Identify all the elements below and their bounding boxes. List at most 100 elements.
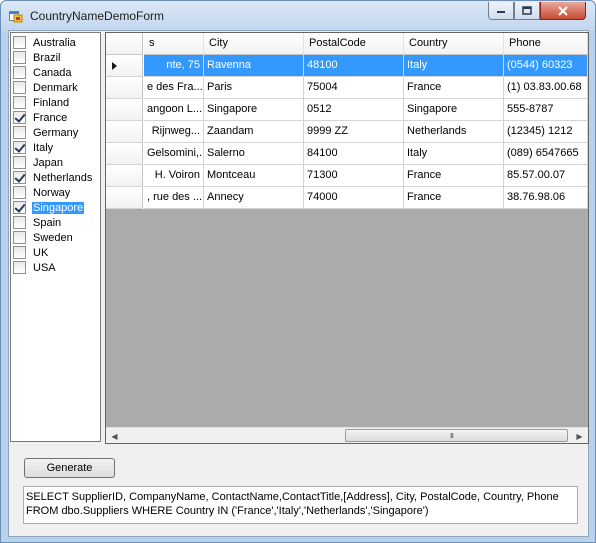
table-cell[interactable]: France bbox=[404, 77, 504, 99]
table-cell[interactable]: France bbox=[404, 165, 504, 187]
table-cell[interactable]: Italy bbox=[404, 55, 504, 77]
row-header[interactable] bbox=[106, 121, 143, 143]
country-checkbox[interactable] bbox=[13, 51, 26, 64]
horizontal-scrollbar[interactable]: ◀ III ▶ bbox=[106, 427, 588, 443]
table-cell[interactable]: Singapore bbox=[404, 99, 504, 121]
table-cell[interactable]: 48100 bbox=[304, 55, 404, 77]
minimize-button[interactable] bbox=[488, 2, 514, 20]
country-checkbox[interactable] bbox=[13, 36, 26, 49]
title-bar[interactable]: CountryNameDemoForm bbox=[1, 1, 595, 31]
table-row[interactable]: e des Fra... Paris 75004 France (1) 03.83.00… bbox=[106, 77, 588, 99]
country-item[interactable]: Singapore bbox=[13, 200, 100, 215]
table-cell[interactable]: (12345) 1212 bbox=[504, 121, 588, 143]
table-cell[interactable]: angoon L... bbox=[144, 99, 204, 121]
table-row[interactable]: nte, 75 Ravenna 48100 Italy (0544) 60323 bbox=[106, 55, 588, 77]
country-item[interactable]: Finland bbox=[13, 95, 100, 110]
scroll-thumb[interactable]: III bbox=[345, 429, 568, 442]
country-item[interactable]: Sweden bbox=[13, 230, 100, 245]
table-cell[interactable]: Rijnweg... bbox=[144, 121, 204, 143]
table-cell[interactable]: 75004 bbox=[304, 77, 404, 99]
country-item[interactable]: USA bbox=[13, 260, 100, 275]
table-row[interactable]: H. Voiron Montceau 71300 France 85.57.00.07 bbox=[106, 165, 588, 187]
table-row[interactable]: Rijnweg... Zaandam 9999 ZZ Netherlands (1234… bbox=[106, 121, 588, 143]
country-item[interactable]: Denmark bbox=[13, 80, 100, 95]
country-item[interactable]: Brazil bbox=[13, 50, 100, 65]
table-cell[interactable]: nte, 75 bbox=[144, 55, 204, 77]
table-row[interactable]: angoon L... Singapore 0512 Singapore 555-878… bbox=[106, 99, 588, 121]
row-header[interactable] bbox=[106, 165, 143, 187]
table-cell[interactable]: 0512 bbox=[304, 99, 404, 121]
column-header[interactable]: PostalCode bbox=[304, 33, 404, 55]
table-row[interactable]: Gelsomini,... Salerno 84100 Italy (089) 6547… bbox=[106, 143, 588, 165]
country-item[interactable]: Netherlands bbox=[13, 170, 100, 185]
country-checkbox[interactable] bbox=[13, 231, 26, 244]
country-checkbox[interactable] bbox=[13, 141, 26, 154]
column-header[interactable]: s bbox=[144, 33, 204, 55]
table-cell[interactable]: (089) 6547665 bbox=[504, 143, 588, 165]
column-header[interactable]: City bbox=[204, 33, 304, 55]
country-item[interactable]: Japan bbox=[13, 155, 100, 170]
table-cell[interactable]: 84100 bbox=[304, 143, 404, 165]
scroll-left-arrow-icon[interactable]: ◀ bbox=[106, 428, 123, 443]
row-header[interactable] bbox=[106, 77, 143, 99]
country-item[interactable]: Italy bbox=[13, 140, 100, 155]
table-cell[interactable]: France bbox=[404, 187, 504, 209]
country-item[interactable]: Germany bbox=[13, 125, 100, 140]
row-header[interactable] bbox=[106, 187, 143, 209]
maximize-button[interactable] bbox=[514, 2, 540, 20]
table-cell[interactable]: 555-8787 bbox=[504, 99, 588, 121]
country-checkbox[interactable] bbox=[13, 246, 26, 259]
country-checkbox[interactable] bbox=[13, 66, 26, 79]
column-header[interactable]: Country bbox=[404, 33, 504, 55]
country-checkbox[interactable] bbox=[13, 201, 26, 214]
row-header[interactable] bbox=[106, 99, 143, 121]
sql-output-textbox[interactable]: SELECT SupplierID, CompanyName, ContactN… bbox=[23, 486, 578, 524]
country-checkbox[interactable] bbox=[13, 216, 26, 229]
table-cell[interactable]: Salerno bbox=[204, 143, 304, 165]
table-cell[interactable]: Italy bbox=[404, 143, 504, 165]
table-cell[interactable]: Paris bbox=[204, 77, 304, 99]
scroll-right-arrow-icon[interactable]: ▶ bbox=[571, 428, 588, 443]
table-cell[interactable]: 38.76.98.06 bbox=[504, 187, 588, 209]
country-item[interactable]: UK bbox=[13, 245, 100, 260]
table-row[interactable]: , rue des ... Annecy 74000 France 38.76.98.0… bbox=[106, 187, 588, 209]
table-cell[interactable]: 85.57.00.07 bbox=[504, 165, 588, 187]
table-cell[interactable]: 9999 ZZ bbox=[304, 121, 404, 143]
country-item[interactable]: France bbox=[13, 110, 100, 125]
table-cell[interactable]: Netherlands bbox=[404, 121, 504, 143]
table-cell[interactable]: 71300 bbox=[304, 165, 404, 187]
country-item[interactable]: Spain bbox=[13, 215, 100, 230]
table-cell[interactable]: Zaandam bbox=[204, 121, 304, 143]
country-checkbox[interactable] bbox=[13, 156, 26, 169]
country-checkbox[interactable] bbox=[13, 171, 26, 184]
close-button[interactable] bbox=[540, 2, 586, 20]
table-cell[interactable]: (1) 03.83.00.68 bbox=[504, 77, 588, 99]
table-cell[interactable]: Annecy bbox=[204, 187, 304, 209]
table-cell[interactable]: e des Fra... bbox=[144, 77, 204, 99]
country-checked-list[interactable]: Australia Brazil Canada Denmark Finland Franc… bbox=[10, 32, 101, 442]
close-icon bbox=[558, 5, 568, 16]
generate-button[interactable]: Generate bbox=[24, 458, 115, 478]
table-cell[interactable]: Gelsomini,... bbox=[144, 143, 204, 165]
row-header[interactable] bbox=[106, 143, 143, 165]
country-checkbox[interactable] bbox=[13, 81, 26, 94]
country-checkbox[interactable] bbox=[13, 111, 26, 124]
column-header[interactable]: Phone bbox=[504, 33, 588, 55]
row-header[interactable] bbox=[106, 55, 143, 77]
country-checkbox[interactable] bbox=[13, 126, 26, 139]
country-checkbox[interactable] bbox=[13, 261, 26, 274]
country-checkbox[interactable] bbox=[13, 96, 26, 109]
suppliers-data-grid[interactable]: s City PostalCode Country Phone nte, 75 Ravenn… bbox=[105, 32, 589, 444]
table-cell[interactable]: 74000 bbox=[304, 187, 404, 209]
country-item[interactable]: Australia bbox=[13, 35, 100, 50]
grid-corner-header[interactable] bbox=[106, 33, 143, 55]
table-cell[interactable]: Singapore bbox=[204, 99, 304, 121]
country-item[interactable]: Canada bbox=[13, 65, 100, 80]
country-checkbox[interactable] bbox=[13, 186, 26, 199]
country-item[interactable]: Norway bbox=[13, 185, 100, 200]
table-cell[interactable]: Montceau bbox=[204, 165, 304, 187]
table-cell[interactable]: Ravenna bbox=[204, 55, 304, 77]
table-cell[interactable]: H. Voiron bbox=[144, 165, 204, 187]
table-cell[interactable]: (0544) 60323 bbox=[504, 55, 588, 77]
table-cell[interactable]: , rue des ... bbox=[144, 187, 204, 209]
